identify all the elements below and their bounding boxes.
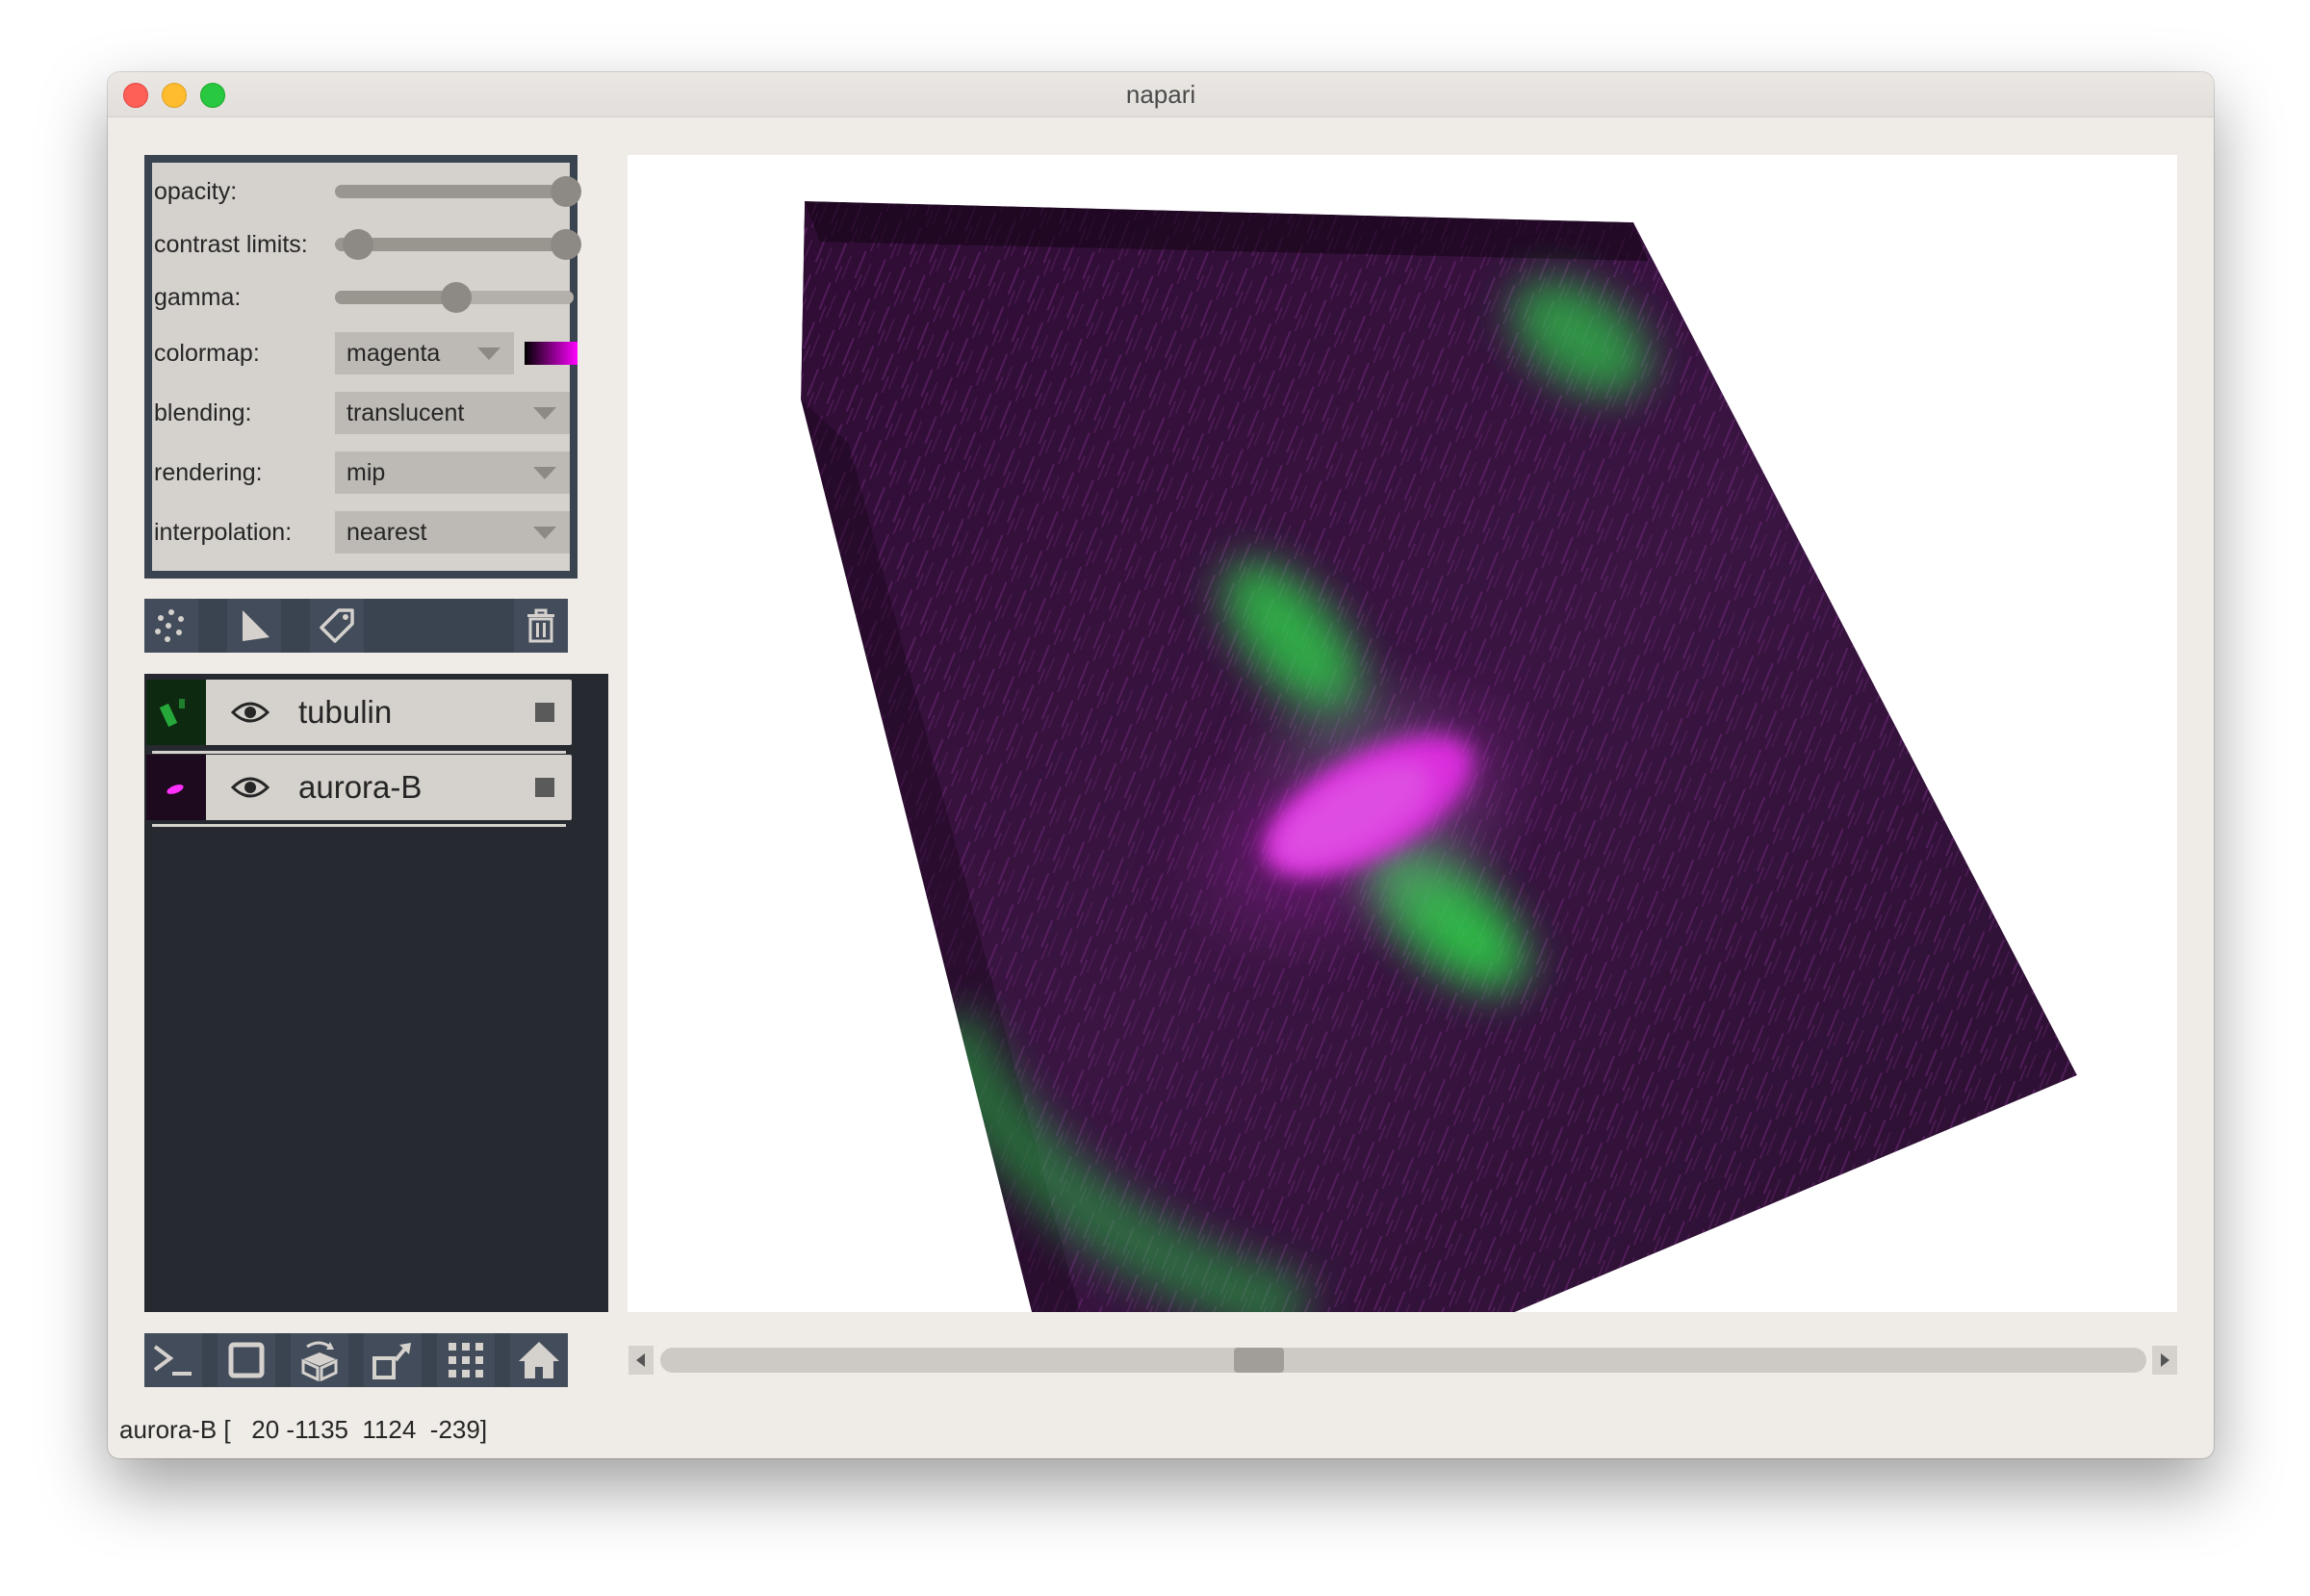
viewer-buttons-bar [144,1333,568,1387]
rendering-row: rendering: mip [152,446,570,500]
delete-layer-icon [527,608,554,643]
colormap-swatch [525,342,578,365]
rendering-value: mip [346,459,386,486]
layer-controls-panel: opacity: contrast limits: gamma: colorma… [144,155,581,579]
transpose-icon [372,1343,411,1379]
layer-type-square-icon [535,778,554,797]
interpolation-label: interpolation: [154,519,293,546]
contrast-limits-row: contrast limits: [152,218,581,271]
chevron-down-icon [533,527,556,539]
new-labels-button[interactable] [310,599,364,653]
new-points-button[interactable] [144,599,198,653]
console-icon [153,1345,192,1376]
window-title: napari [1125,80,1196,109]
colormap-value: magenta [346,340,441,367]
gamma-row: gamma: [152,270,574,324]
chevron-left-icon [636,1353,645,1367]
layer-thumbnail [146,755,206,820]
home-button[interactable] [510,1333,568,1387]
layer-buttons-bar [144,599,568,653]
rendering-dropdown[interactable]: mip [335,451,570,494]
blending-dropdown[interactable]: translucent [335,392,570,434]
rendering-label: rendering: [154,459,263,486]
colormap-label: colormap: [154,340,260,367]
roll-dims-icon [301,1341,338,1381]
opacity-label: opacity: [154,178,238,205]
layer-name[interactable]: aurora-B [298,755,422,820]
grid-icon [449,1343,483,1377]
roll-dims-button[interactable] [291,1333,348,1387]
layer-list: tubulin aurora-B [144,674,608,1312]
layer-type-square-icon [535,703,554,722]
colormap-row: colormap: magenta [152,326,578,380]
blending-row: blending: translucent [152,386,570,440]
visibility-eye-icon[interactable] [231,776,270,799]
colormap-dropdown[interactable]: magenta [335,332,514,374]
layer-separator [152,824,566,827]
dims-slider-track[interactable] [660,1348,2146,1373]
viewer-canvas[interactable] [628,155,2177,1312]
chevron-right-icon [2161,1353,2169,1367]
interpolation-value: nearest [346,519,427,546]
status-bar: aurora-B [ 20 -1135 1124 -239] [119,1415,488,1444]
new-labels-icon [320,608,354,643]
console-button[interactable] [144,1333,202,1387]
contrast-min-handle[interactable] [343,229,373,260]
opacity-slider[interactable] [335,185,566,198]
visibility-eye-icon[interactable] [231,701,270,724]
dims-slider-handle[interactable] [1234,1348,1284,1373]
grid-view-button[interactable] [437,1333,495,1387]
ndisplay-button[interactable] [218,1333,275,1387]
new-points-icon [155,609,184,642]
chevron-down-icon [533,467,556,479]
delete-layer-button[interactable] [514,599,568,653]
home-icon [519,1342,559,1378]
layer-item-tubulin[interactable]: tubulin [146,680,572,745]
layer-item-aurora-b[interactable]: aurora-B [146,755,572,820]
new-shapes-button[interactable] [227,599,281,653]
interpolation-dropdown[interactable]: nearest [335,511,570,553]
gamma-label: gamma: [154,284,242,311]
layer-separator [152,751,566,754]
opacity-slider-handle[interactable] [551,176,581,207]
contrast-max-handle[interactable] [551,229,581,260]
layer-name[interactable]: tubulin [298,680,392,745]
scroll-right-button[interactable] [2152,1346,2177,1375]
gamma-slider-handle[interactable] [441,282,472,313]
opacity-row: opacity: [152,165,581,219]
title-bar[interactable]: napari [108,72,2214,117]
blending-value: translucent [346,399,465,426]
napari-window: napari opacity: contrast limits: gamma: … [108,72,2214,1458]
ndisplay-square-icon [228,1342,265,1378]
new-shapes-icon [243,610,270,641]
interpolation-row: interpolation: nearest [152,505,570,559]
transpose-button[interactable] [364,1333,422,1387]
blending-label: blending: [154,399,252,426]
chevron-down-icon [533,407,556,420]
chevron-down-icon [477,348,500,360]
contrast-limits-label: contrast limits: [154,231,308,258]
scroll-left-button[interactable] [629,1346,654,1375]
volume-render[interactable] [628,155,2177,1312]
layer-thumbnail [146,680,206,745]
